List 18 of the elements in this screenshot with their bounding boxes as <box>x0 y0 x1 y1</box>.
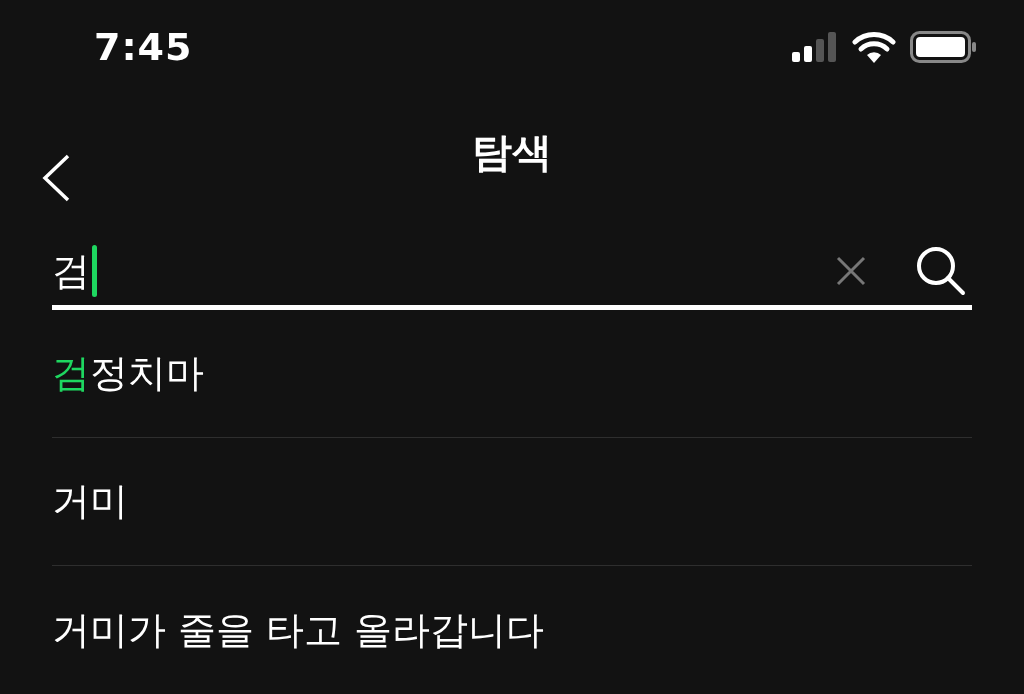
wifi-icon <box>852 31 896 64</box>
back-button[interactable] <box>40 152 72 203</box>
search-icon[interactable] <box>916 246 966 297</box>
suggestion-item[interactable]: 거미가 줄을 타고 올라갑니다 <box>52 566 972 694</box>
search-value: 검 <box>52 252 90 291</box>
matched-text: 검 <box>52 350 90 397</box>
battery-icon <box>910 31 976 64</box>
clear-icon[interactable] <box>836 256 866 287</box>
suggestion-text: 정치마 <box>90 350 204 397</box>
status-time: 7:45 <box>94 23 193 71</box>
suggestion-item[interactable]: 거미 <box>52 438 972 566</box>
search-field[interactable]: 검 <box>52 237 972 310</box>
suggestion-text: 거미가 줄을 타고 올라갑니다 <box>52 606 545 654</box>
back-icon <box>42 153 70 202</box>
suggestion-text: 거미 <box>52 478 128 525</box>
suggestion-item[interactable]: 검 정치마 <box>52 310 972 438</box>
signal-icon <box>792 32 838 63</box>
page-title: 탐색 <box>472 127 552 177</box>
